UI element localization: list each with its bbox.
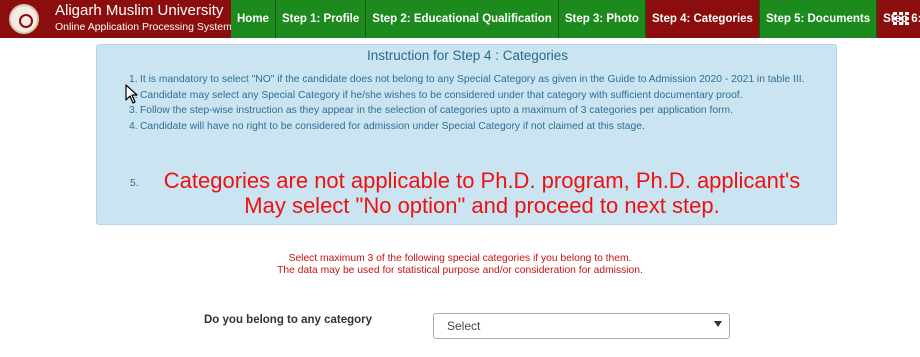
nav-step-2-educational-qualification[interactable]: Step 2: Educational Qualification — [366, 0, 559, 38]
top-navbar: Aligarh Muslim University Online Applica… — [0, 0, 920, 38]
category-select-value: Select — [447, 319, 481, 333]
instruction-title: Instruction for Step 4 : Categories — [366, 48, 569, 63]
brand-title: Aligarh Muslim University — [55, 2, 224, 19]
category-select[interactable]: Select — [433, 313, 730, 339]
category-question-label: Do you belong to any category — [204, 314, 373, 326]
chevron-down-icon — [714, 321, 722, 327]
instruction-number: 4. — [129, 120, 138, 132]
step-nav: Home Step 1: Profile Step 2: Educational… — [231, 0, 920, 38]
instruction-text: Candidate may select any Special Categor… — [140, 89, 743, 101]
university-logo — [9, 4, 39, 34]
instruction-text: Candidate will have no right to be consi… — [140, 120, 645, 132]
instruction-text: Follow the step-wise instruction as they… — [140, 105, 733, 116]
nav-step-3-photo[interactable]: Step 3: Photo — [558, 0, 646, 38]
instruction-item: 3. Follow the step-wise instruction as t… — [117, 103, 817, 119]
grid-icon[interactable] — [893, 12, 909, 26]
instruction-item: 4. Candidate will have no right to be co… — [117, 119, 817, 135]
instruction-text: It is mandatory to select "NO" if the ca… — [140, 74, 805, 85]
instruction-item: 2. Candidate may select any Special Cate… — [117, 88, 817, 104]
instruction-list: 1. It is mandatory to select "NO" if the… — [117, 72, 817, 134]
note-number: 5. — [130, 178, 139, 189]
instruction-item: 1. It is mandatory to select "NO" if the… — [117, 72, 817, 88]
nav-step-4-categories[interactable]: Step 4: Categories — [645, 0, 760, 38]
select-note-line-1: Select maximum 3 of the following specia… — [288, 253, 632, 264]
nav-step-1-profile[interactable]: Step 1: Profile — [275, 0, 367, 38]
instruction-number: 3. — [129, 105, 138, 116]
nav-step-5-documents[interactable]: Step 5: Documents — [759, 0, 878, 38]
select-maximum-note: Select maximum 3 of the following specia… — [0, 253, 920, 277]
instruction-panel: Instruction for Step 4 : Categories 1. I… — [96, 44, 837, 225]
nav-home[interactable]: Home — [231, 0, 276, 38]
phd-warning-note: Categories are not applicable to Ph.D. p… — [163, 168, 801, 218]
brand-subtitle: Online Application Processing System — [55, 21, 232, 33]
select-note-line-2: The data may be used for statistical pur… — [277, 265, 643, 276]
mouse-cursor-icon — [125, 84, 138, 104]
brand[interactable]: Aligarh Muslim University Online Applica… — [0, 0, 232, 38]
